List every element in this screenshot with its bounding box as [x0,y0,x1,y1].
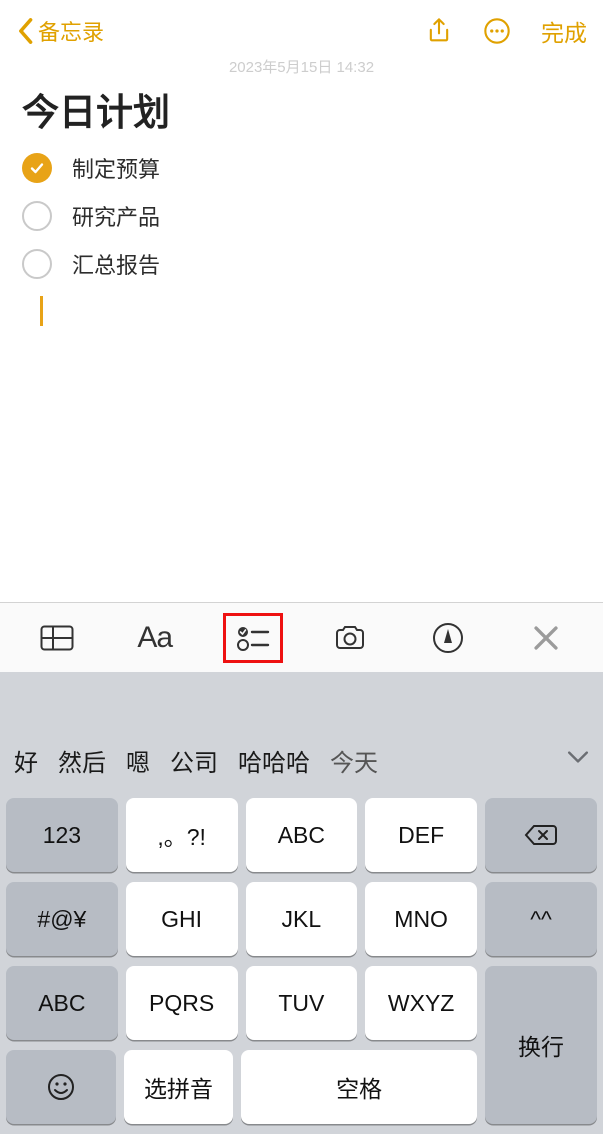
expand-suggestions[interactable] [567,746,589,775]
markup-button[interactable] [418,613,478,663]
checklist-label: 研究产品 [72,200,160,232]
checkmark-icon [29,160,45,176]
more-button[interactable] [483,17,511,45]
note-content[interactable]: 今日计划 制定预算 研究产品 汇总报告 [0,70,603,602]
table-icon [40,621,74,655]
key-pinyin[interactable]: 选拼音 [124,1050,234,1124]
camera-button[interactable] [320,613,380,663]
key-emoji[interactable] [6,1050,116,1124]
key-def[interactable]: DEF [365,798,477,872]
key-pqrs[interactable]: PQRS [126,966,238,1040]
key-symbols[interactable]: #@¥ [6,882,118,956]
emoji-icon [46,1072,76,1102]
camera-icon [333,621,367,655]
text-cursor [40,296,43,326]
done-button[interactable]: 完成 [541,14,587,48]
note-title[interactable]: 今日计划 [22,82,581,136]
suggestion[interactable]: 然后 [58,743,106,778]
text-format-button[interactable]: Aa [125,613,185,663]
checkbox-unchecked[interactable] [22,201,52,231]
checklist-label: 汇总报告 [72,248,160,280]
suggestion[interactable]: 今天 [330,743,378,778]
key-wxyz[interactable]: WXYZ [365,966,477,1040]
keyboard: 好 然后 嗯 公司 哈哈哈 今天 123 ,。?! ABC DEF #@¥ GH… [0,672,603,1134]
key-tuv[interactable]: TUV [246,966,358,1040]
note-timestamp: 2023年5月15日 14:32 [0,56,603,70]
checklist-item[interactable]: 研究产品 [22,200,581,232]
key-face[interactable]: ^^ [485,882,597,956]
chevron-down-icon [567,746,589,768]
key-abc[interactable]: ABC [246,798,358,872]
key-backspace[interactable] [485,798,597,872]
back-label: 备忘录 [38,15,104,47]
format-toolbar: Aa [0,602,603,672]
suggestion-bar: 好 然后 嗯 公司 哈哈哈 今天 [0,728,603,792]
nav-actions: 完成 [425,14,587,48]
suggestion[interactable]: 好 [14,743,38,778]
key-punct[interactable]: ,。?! [126,798,238,872]
checklist-label: 制定预算 [72,152,160,184]
key-space[interactable]: 空格 [241,1050,477,1124]
dismiss-keyboard-button[interactable] [516,613,576,663]
close-icon [529,621,563,655]
key-mno[interactable]: MNO [365,882,477,956]
checklist-button[interactable] [223,613,283,663]
table-button[interactable] [27,613,87,663]
checkbox-checked[interactable] [22,153,52,183]
key-enter[interactable]: 换行 [485,966,597,1124]
checkbox-unchecked[interactable] [22,249,52,279]
key-123[interactable]: 123 [6,798,118,872]
suggestion[interactable]: 嗯 [126,743,150,778]
checklist-item[interactable]: 制定预算 [22,152,581,184]
key-caps[interactable]: ABC [6,966,118,1040]
checklist-icon [236,621,270,655]
key-ghi[interactable]: GHI [126,882,238,956]
back-button[interactable]: 备忘录 [16,15,104,47]
share-icon [425,17,453,45]
share-button[interactable] [425,17,453,45]
suggestion[interactable]: 公司 [170,743,218,778]
keypad: 123 ,。?! ABC DEF #@¥ GHI JKL MNO ABC PQR… [0,792,603,1134]
markup-icon [431,621,465,655]
suggestion[interactable]: 哈哈哈 [238,743,310,778]
chevron-left-icon [16,17,34,45]
backspace-icon [524,823,558,847]
key-jkl[interactable]: JKL [246,882,358,956]
checklist-item[interactable]: 汇总报告 [22,248,581,280]
ellipsis-circle-icon [483,17,511,45]
nav-bar: 备忘录 完成 [0,0,603,62]
